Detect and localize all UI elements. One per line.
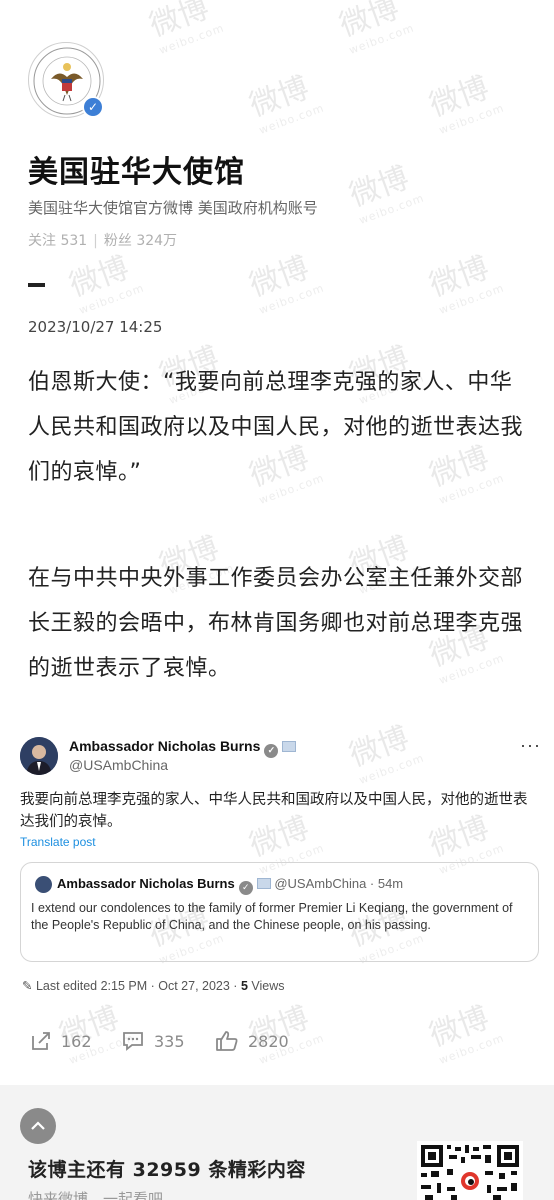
post-action-bar: 162 335 2820	[0, 1030, 554, 1058]
verified-badge-icon: ✓	[264, 743, 279, 758]
watermark: 微博 weibo.com	[425, 70, 507, 137]
chevron-up-icon	[31, 1121, 45, 1130]
more-options-icon[interactable]: ···	[520, 735, 541, 756]
post-paragraph: 伯恩斯大使：“我要向前总理李克强的家人、中华人民共和国政府以及中国人民，对他的逝…	[28, 370, 524, 485]
repost-count: 162	[61, 1031, 92, 1051]
quoted-author-avatar	[35, 876, 52, 893]
quoted-author-name: Ambassador Nicholas Burns	[57, 876, 235, 891]
following-count[interactable]: 关注 531	[28, 233, 87, 249]
more-content-title: 该博主还有 32959 条精彩内容	[28, 1159, 306, 1181]
pencil-icon: ✎	[22, 979, 33, 993]
more-content-subtitle: 快来微博，一起看吧	[28, 1190, 164, 1200]
like-button[interactable]: 2820	[215, 1030, 289, 1052]
comment-icon	[123, 1032, 143, 1051]
stats-divider: |	[93, 233, 98, 249]
avatar[interactable]: ✓	[28, 42, 104, 118]
watermark: 微博 weibo.com	[425, 250, 507, 317]
quoted-tweet-text: I extend our condolences to the family o…	[31, 901, 513, 932]
watermark: 微博 weibo.com	[65, 250, 147, 317]
verified-badge: ✓	[82, 96, 104, 118]
watermark: 微博 weibo.com	[345, 720, 427, 787]
watermark: 微博 weibo.com	[335, 0, 417, 57]
verified-check-icon: ✓	[84, 98, 102, 116]
quoted-tweet[interactable]: Ambassador Nicholas Burns ✓ @USAmbChina ·…	[20, 862, 539, 962]
post-timestamp: 2023/10/27 14:25	[28, 318, 163, 336]
profile-avatar-area[interactable]: ✓	[28, 42, 104, 118]
views-label: Views	[247, 979, 285, 993]
views-count: 5	[240, 979, 248, 993]
account-name[interactable]: 美国驻华大使馆	[28, 147, 245, 191]
watermark: 微博 weibo.com	[245, 70, 327, 137]
translate-post-link[interactable]: Translate post	[20, 835, 96, 849]
tweet-author-handle[interactable]: @USAmbChina	[69, 757, 168, 773]
like-count: 2820	[248, 1031, 289, 1051]
edited-label: Last edited 2:15 PM · Oct 27, 2023 ·	[35, 979, 241, 993]
account-stats: 关注 531 | 粉丝 324万	[28, 230, 177, 250]
post-paragraph: 在与中共中央外事工作委员会办公室主任兼外交部长王毅的会晤中，布林肯国务卿也对前总…	[28, 566, 524, 681]
section-divider	[28, 283, 45, 287]
account-description: 美国驻华大使馆官方微博 美国政府机构账号	[28, 199, 318, 217]
flag-icon	[282, 741, 297, 752]
followers-count[interactable]: 粉丝 324万	[104, 233, 177, 249]
scroll-to-top-button[interactable]	[20, 1108, 56, 1144]
share-icon	[32, 1032, 50, 1050]
tweet-text: 我要向前总理李克强的家人、中华人民共和国政府以及中国人民，对他的逝世表达我们的哀…	[20, 792, 528, 830]
watermark: 微博 weibo.com	[145, 0, 227, 57]
tweet-author-name[interactable]: Ambassador Nicholas Burns ✓	[69, 738, 297, 758]
flag-icon	[256, 878, 271, 889]
verified-badge-icon: ✓	[238, 880, 253, 895]
quoted-tweet-header: Ambassador Nicholas Burns ✓ @USAmbChina ·…	[57, 876, 403, 895]
thumbs-up-icon	[216, 1031, 238, 1051]
tweet-author-avatar[interactable]	[20, 737, 58, 775]
tweet-author-label: Ambassador Nicholas Burns	[69, 738, 261, 754]
bottom-promo-bar: 该博主还有 32959 条精彩内容 快来微博，一起看吧	[0, 1085, 554, 1200]
person-photo-icon	[20, 737, 58, 775]
comment-button[interactable]: 335	[121, 1030, 185, 1052]
repost-button[interactable]: 162	[30, 1030, 92, 1052]
comment-count: 335	[154, 1031, 185, 1051]
watermark: 微博 weibo.com	[345, 160, 427, 227]
watermark: 微博 weibo.com	[245, 250, 327, 317]
tweet-edit-info: ✎ Last edited 2:15 PM · Oct 27, 2023 · 5…	[22, 978, 285, 993]
quoted-handle-time: @USAmbChina · 54m	[274, 876, 404, 891]
qr-code-icon[interactable]	[417, 1141, 523, 1200]
